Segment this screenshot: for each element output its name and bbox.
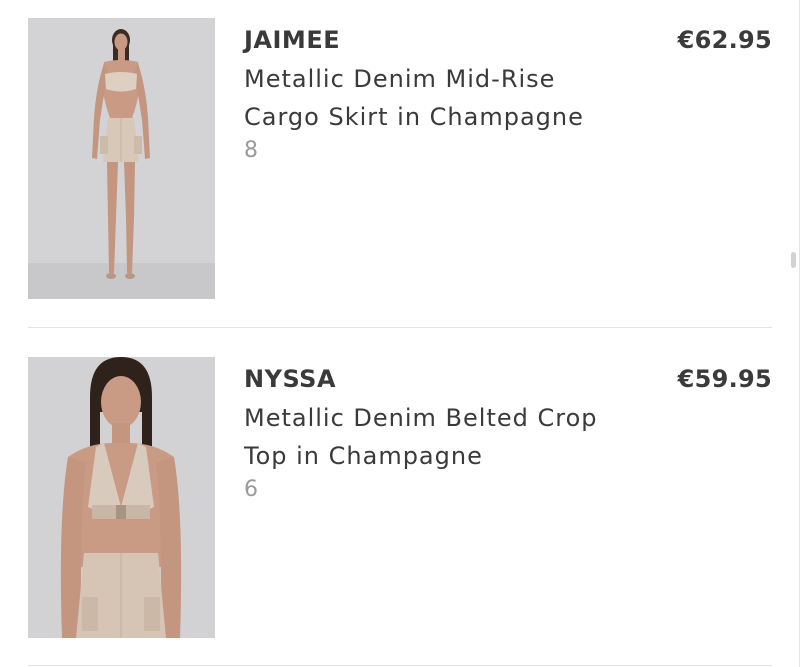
scrollbar[interactable] (788, 0, 798, 667)
product-size: 8 (244, 138, 258, 163)
scrollbar-thumb[interactable] (791, 252, 796, 268)
product-name[interactable]: Metallic Denim Mid-Rise Cargo Skirt in C… (244, 60, 624, 136)
product-price: €62.95 (677, 26, 772, 54)
product-image[interactable] (28, 18, 215, 299)
product-name[interactable]: Metallic Denim Belted Crop Top in Champa… (244, 399, 624, 475)
item-divider (28, 327, 772, 328)
product-name-line: Metallic Denim Belted Crop (244, 404, 598, 432)
item-divider (28, 665, 772, 666)
cart-item[interactable]: NYSSA €59.95 Metallic Denim Belted Crop … (28, 357, 772, 639)
product-name-line: Metallic Denim Mid-Rise (244, 65, 556, 93)
product-brand: JAIMEE (244, 26, 341, 54)
model-portrait-illustration (28, 357, 215, 638)
product-name-line: Cargo Skirt in Champagne (244, 103, 584, 131)
model-full-body-illustration (28, 18, 215, 299)
product-name-line: Top in Champagne (244, 442, 483, 470)
product-size: 6 (244, 477, 258, 502)
cart-item[interactable]: JAIMEE €62.95 Metallic Denim Mid-Rise Ca… (28, 18, 772, 300)
cart-list-view: JAIMEE €62.95 Metallic Denim Mid-Rise Ca… (0, 0, 800, 667)
product-price: €59.95 (677, 365, 772, 393)
product-image[interactable] (28, 357, 215, 638)
product-brand: NYSSA (244, 365, 337, 393)
